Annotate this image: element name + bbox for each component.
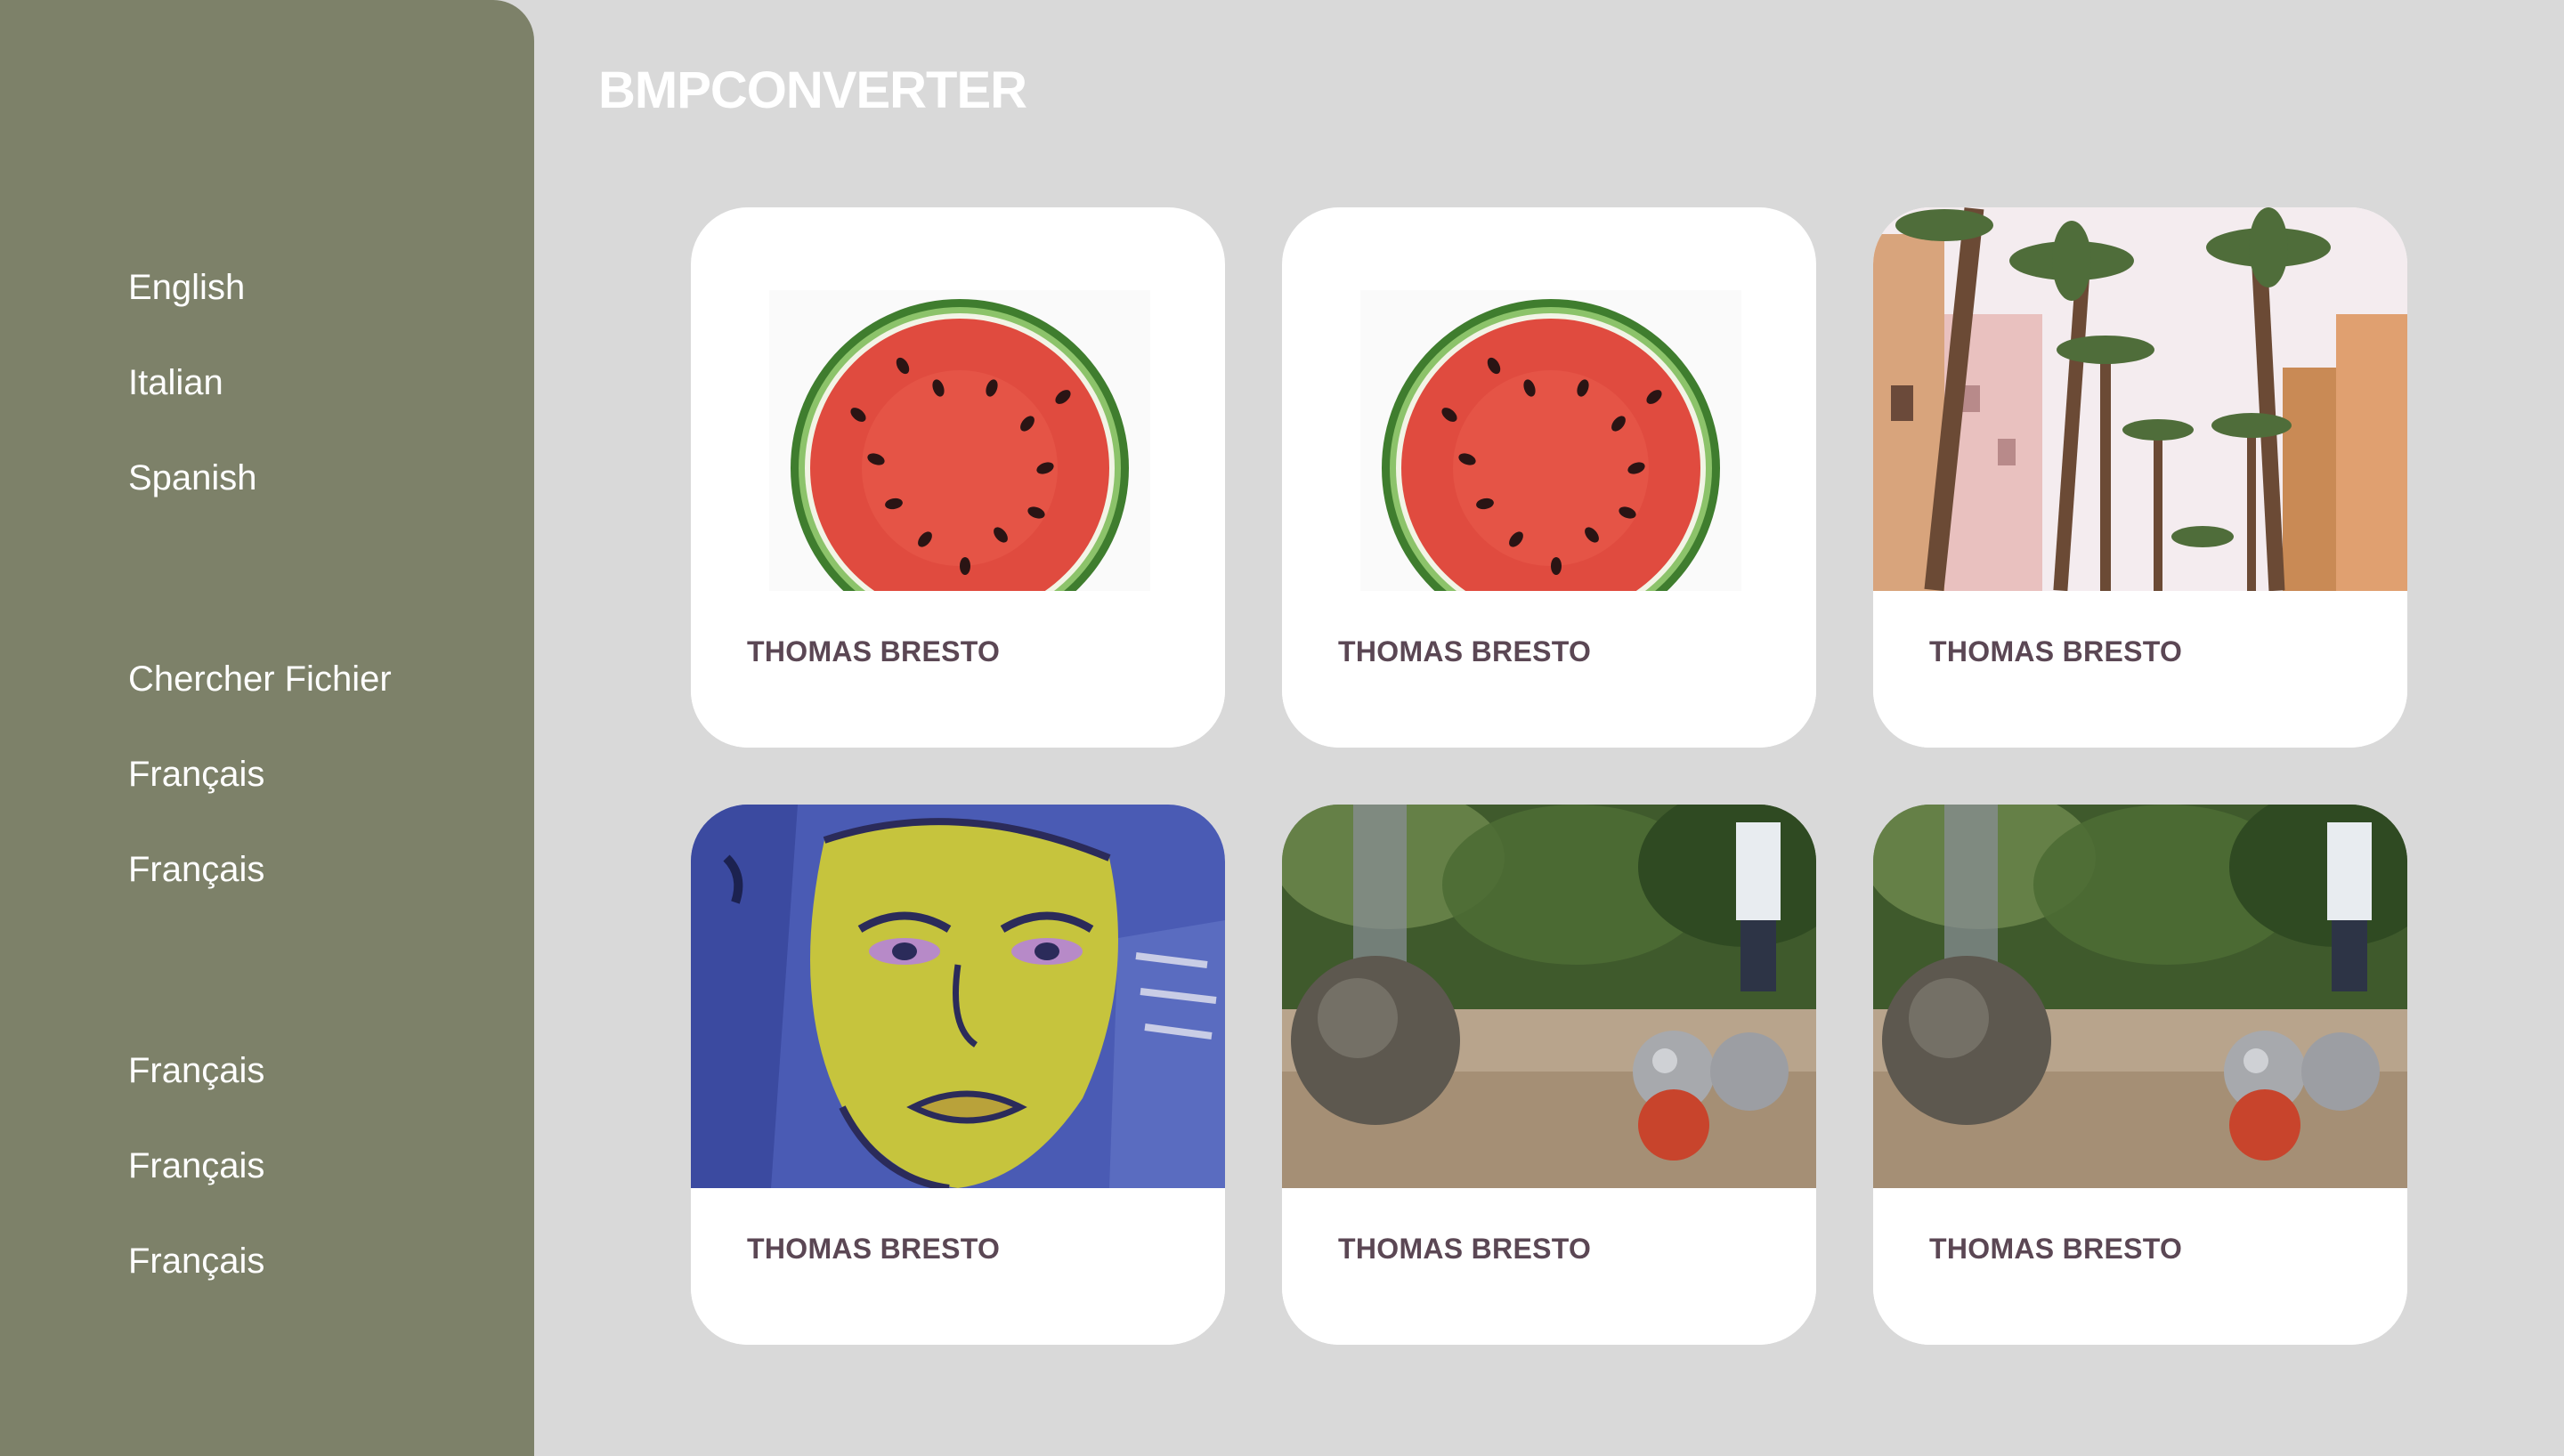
image-card[interactable]: THOMAS BRESTO xyxy=(1873,805,2407,1345)
portrait-painting-image xyxy=(691,805,1225,1188)
card-author: THOMAS BRESTO xyxy=(1338,1233,1592,1265)
sidebar: English Italian Spanish Chercher Fichier… xyxy=(0,0,534,1456)
card-footer: THOMAS BRESTO xyxy=(691,591,1225,748)
language-menu: English Italian Spanish xyxy=(128,239,257,524)
image-card[interactable]: THOMAS BRESTO xyxy=(1873,207,2407,748)
extra-menu: Français Français Français xyxy=(128,1022,264,1307)
image-card[interactable]: THOMAS BRESTO xyxy=(1282,207,1816,748)
card-footer: THOMAS BRESTO xyxy=(1282,1188,1816,1345)
image-card[interactable]: THOMAS BRESTO xyxy=(691,207,1225,748)
card-author: THOMAS BRESTO xyxy=(1929,635,2183,667)
file-menu: Chercher Fichier Français Français xyxy=(128,630,392,916)
image-card[interactable]: THOMAS BRESTO xyxy=(1282,805,1816,1345)
card-author: THOMAS BRESTO xyxy=(747,635,1001,667)
nav-item-francais[interactable]: Français xyxy=(128,1117,264,1212)
card-footer: THOMAS BRESTO xyxy=(1873,591,2407,748)
app-title: BMPCONVERTER xyxy=(598,61,1027,119)
nav-item-francais[interactable]: Français xyxy=(128,821,392,916)
card-footer: THOMAS BRESTO xyxy=(1282,591,1816,748)
nav-item-spanish[interactable]: Spanish xyxy=(128,429,257,524)
watermelon-image xyxy=(1360,290,1741,591)
nav-item-francais[interactable]: Français xyxy=(128,1212,264,1307)
nav-item-italian[interactable]: Italian xyxy=(128,334,257,429)
petanque-image xyxy=(1873,805,2407,1188)
palm-trees-image xyxy=(1873,207,2407,591)
image-card[interactable]: THOMAS BRESTO xyxy=(691,805,1225,1345)
card-author: THOMAS BRESTO xyxy=(747,1233,1001,1265)
card-footer: THOMAS BRESTO xyxy=(1873,1188,2407,1345)
nav-item-english[interactable]: English xyxy=(128,239,257,334)
image-gallery: THOMAS BRESTO THOMAS BRESTO THOMAS BREST… xyxy=(691,207,2407,1345)
nav-item-chercher-fichier[interactable]: Chercher Fichier xyxy=(128,630,392,725)
nav-item-francais[interactable]: Français xyxy=(128,1022,264,1117)
petanque-image xyxy=(1282,805,1816,1188)
card-author: THOMAS BRESTO xyxy=(1338,635,1592,667)
nav-item-francais[interactable]: Français xyxy=(128,725,392,821)
card-author: THOMAS BRESTO xyxy=(1929,1233,2183,1265)
watermelon-image xyxy=(769,290,1150,591)
card-footer: THOMAS BRESTO xyxy=(691,1188,1225,1345)
